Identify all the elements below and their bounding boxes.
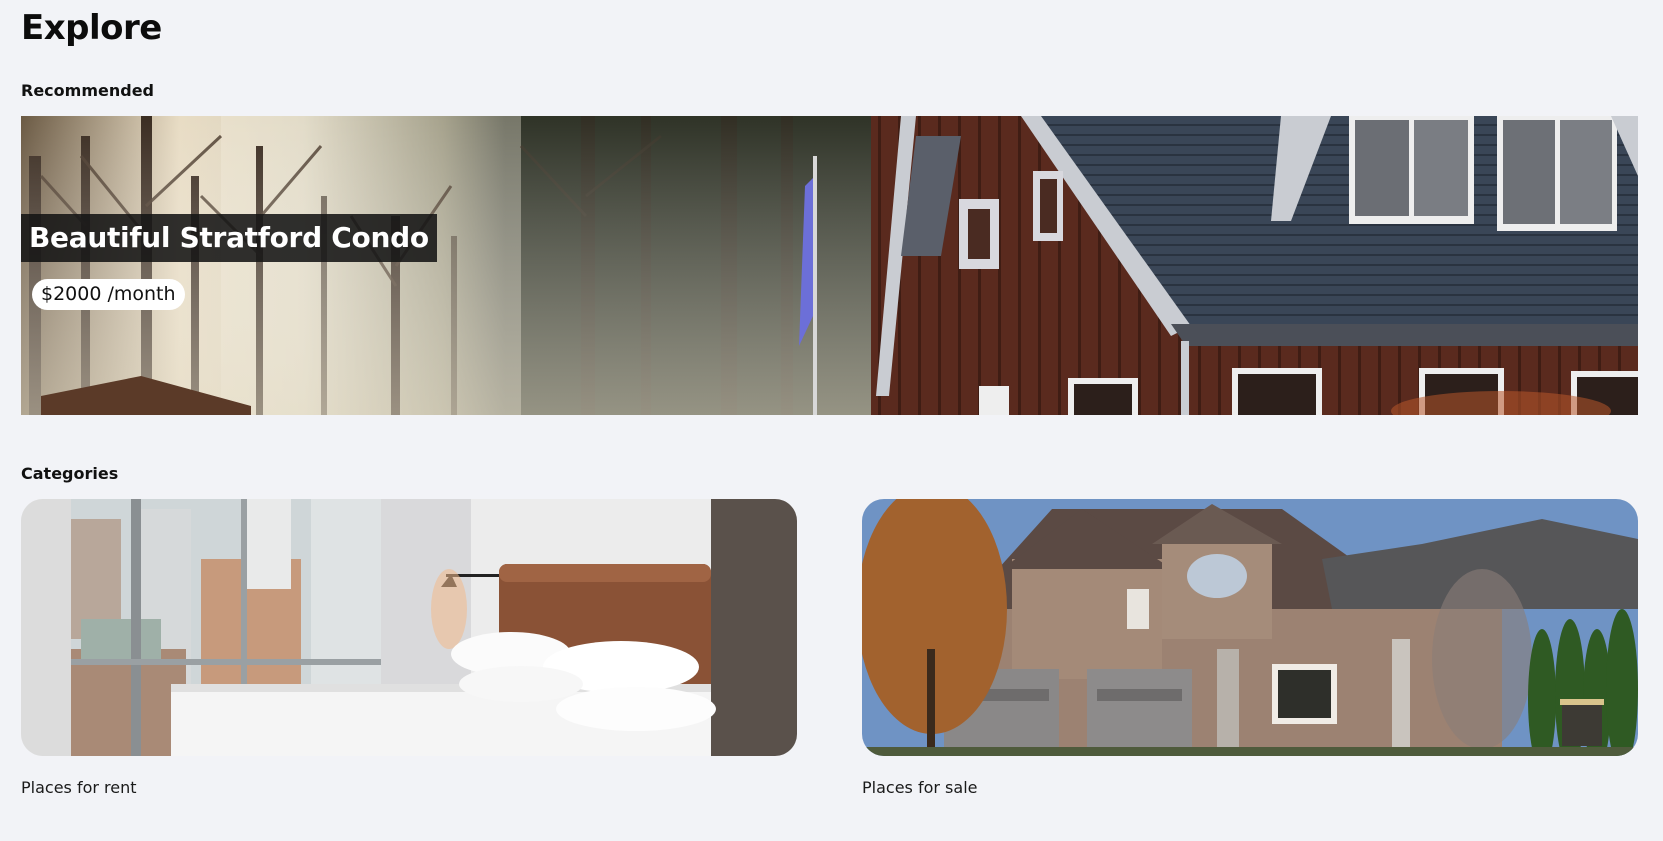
- bedroom-photo: [21, 499, 797, 756]
- category-label-sale: Places for sale: [862, 778, 978, 797]
- page-title: Explore: [21, 8, 162, 48]
- recommended-heading: Recommended: [21, 81, 154, 100]
- category-card-sale[interactable]: Places for sale: [862, 499, 1638, 797]
- listing-photo: [21, 116, 1638, 415]
- house-photo: [862, 499, 1638, 756]
- category-card-rent[interactable]: Places for rent: [21, 499, 797, 797]
- listing-title: Beautiful Stratford Condo: [21, 214, 437, 262]
- category-label-rent: Places for rent: [21, 778, 137, 797]
- recommended-listing-card[interactable]: Beautiful Stratford Condo $2000 /month: [21, 116, 1638, 415]
- explore-page: Explore Recommended Beautiful Stratford …: [0, 0, 1663, 841]
- categories-heading: Categories: [21, 464, 119, 483]
- listing-price-badge: $2000 /month: [32, 279, 185, 310]
